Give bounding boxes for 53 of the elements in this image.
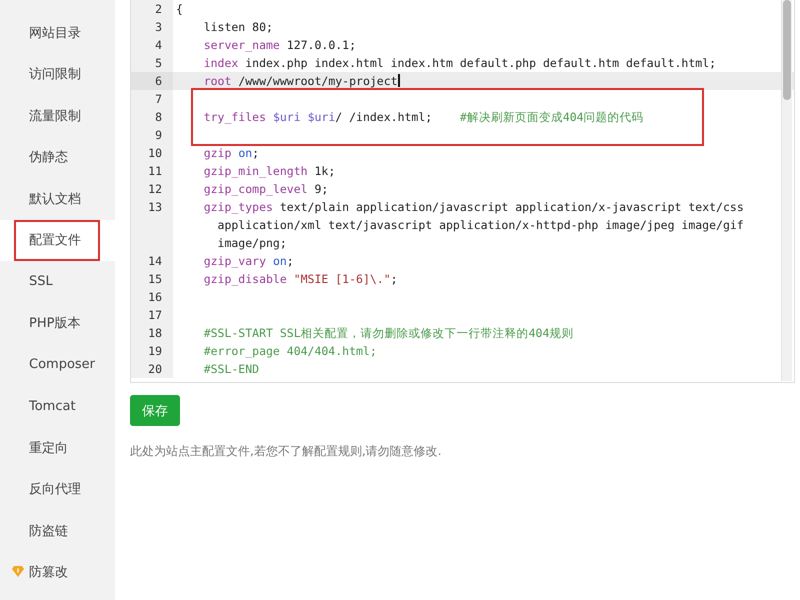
- line-number: 17: [131, 306, 173, 324]
- sidebar-item[interactable]: 流量限制: [0, 95, 115, 136]
- sidebar-item[interactable]: PHP版本: [0, 302, 115, 344]
- sidebar-item[interactable]: Composer: [0, 344, 115, 386]
- text-cursor: [398, 74, 400, 87]
- line-number: 5: [131, 54, 173, 72]
- line-number: 12: [131, 180, 173, 198]
- code-line: #SSL-START SSL相关配置，请勿删除或修改下一行带注释的404规则: [202, 325, 574, 342]
- gem-icon: [12, 566, 24, 576]
- sidebar-item[interactable]: 默认文档: [0, 178, 115, 220]
- line-number: 14: [131, 252, 173, 270]
- line-number: 13: [131, 198, 173, 252]
- warning-note: 此处为站点主配置文件,若您不了解配置规则,请勿随意修改.: [130, 443, 442, 460]
- code-line: #error_page 404/404.html;: [202, 343, 378, 360]
- sidebar-item[interactable]: 重定向: [0, 427, 115, 468]
- line-number: 19: [131, 342, 173, 360]
- line-number: 8: [131, 108, 173, 126]
- sidebar-item[interactable]: 访问限制: [0, 54, 115, 95]
- code-line: listen 80;: [202, 19, 274, 36]
- code-line: gzip_disable "MSIE [1-6]\.";: [202, 271, 399, 288]
- sidebar-item[interactable]: 防篡改: [0, 552, 115, 593]
- line-number: 10: [131, 144, 173, 162]
- line-number: 7: [131, 90, 173, 108]
- code-line: {: [175, 1, 184, 18]
- line-number: 6: [131, 72, 173, 90]
- line-number: 18: [131, 324, 173, 342]
- sidebar-item[interactable]: 网站目录: [0, 12, 115, 54]
- scrollbar[interactable]: [781, 0, 792, 381]
- sidebar-item[interactable]: 防盗链: [0, 510, 115, 552]
- code-line: gzip_min_length 1k;: [202, 163, 336, 180]
- sidebar-item[interactable]: 配置文件: [0, 220, 115, 261]
- code-line: root /www/wwwroot/my-project: [202, 73, 401, 90]
- line-number: 4: [131, 36, 173, 54]
- code-line: try_files $uri $uri/ /index.html; #解决刷新页面变成404问题的代码: [202, 109, 645, 126]
- sidebar-item[interactable]: 反向代理: [0, 468, 115, 510]
- code-line: gzip_vary on;: [202, 253, 295, 270]
- line-number: 20: [131, 360, 173, 378]
- line-number: 2: [131, 0, 173, 18]
- line-number: 3: [131, 18, 173, 36]
- sidebar-item[interactable]: 伪静态: [0, 136, 115, 178]
- line-number: 15: [131, 270, 173, 288]
- line-number: 11: [131, 162, 173, 180]
- sidebar-item[interactable]: SSL: [0, 261, 115, 302]
- code-line: index index.php index.html index.htm default.php default.htm default.html;: [202, 55, 718, 72]
- sidebar-item[interactable]: Tomcat: [0, 386, 115, 427]
- line-number: 9: [131, 126, 173, 144]
- code-line: gzip_comp_level 9;: [202, 181, 330, 198]
- code-line: #SSL-END: [202, 361, 260, 378]
- line-number: 16: [131, 288, 173, 306]
- code-line: gzip_types text/plain application/javascript application/x-javascript text/css application/xml text/javascript application/x-httpd-php image/jpeg image/gif image/png;: [202, 199, 745, 252]
- code-line: server_name 127.0.0.1;: [202, 37, 358, 54]
- scrollbar-thumb[interactable]: [783, 0, 791, 100]
- code-line: gzip on;: [202, 145, 260, 162]
